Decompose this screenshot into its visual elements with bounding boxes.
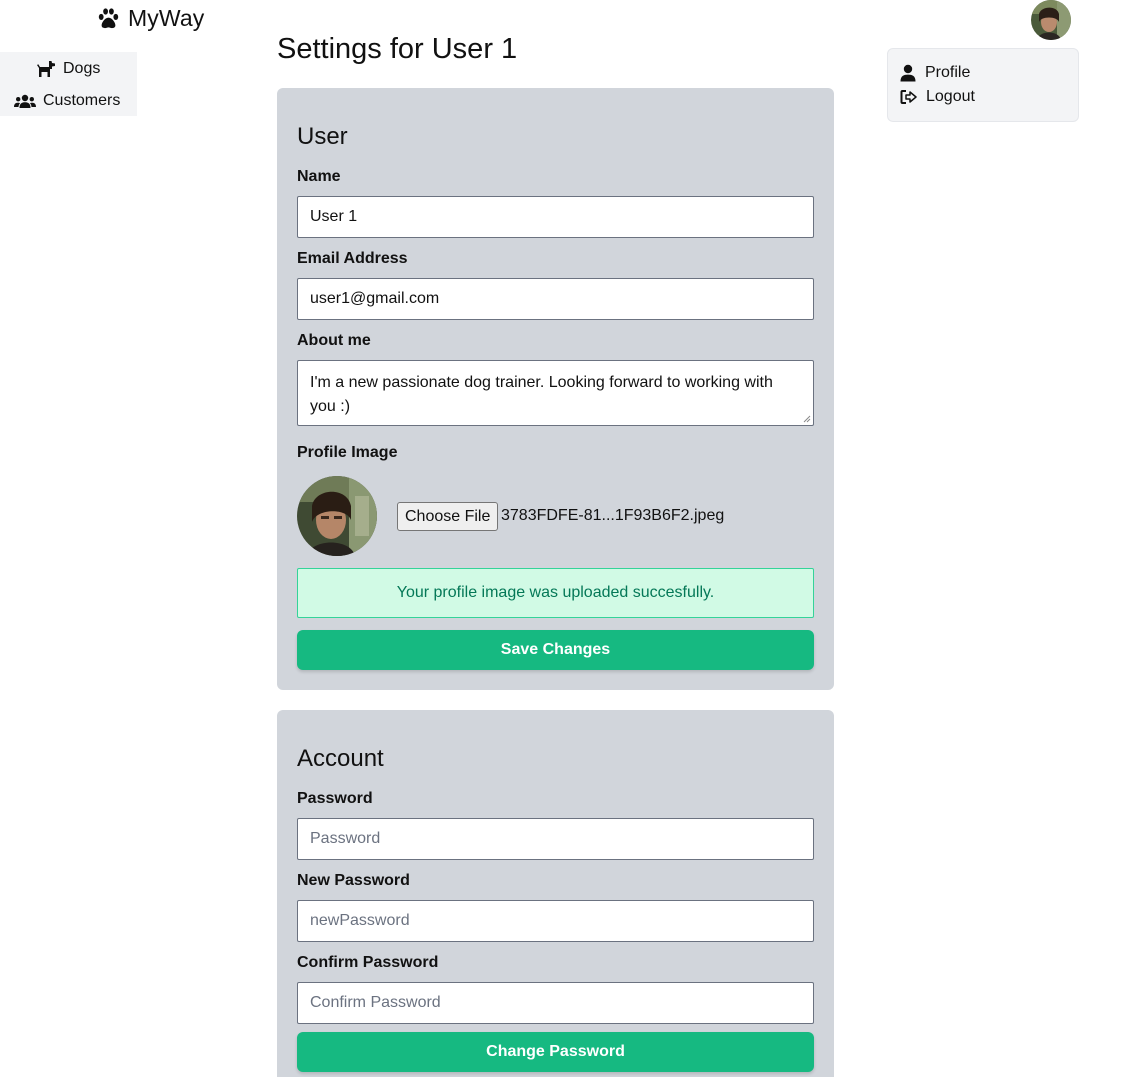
choose-file-button[interactable]: Choose File	[397, 502, 499, 531]
user-settings-card: User Name User 1 Email Address user1@gma…	[277, 88, 834, 690]
email-label: Email Address	[297, 250, 408, 267]
menu-item-label: Profile	[925, 64, 971, 81]
email-field[interactable]: user1@gmail.com	[297, 278, 814, 320]
sidebar-item-dogs[interactable]: Dogs	[36, 58, 100, 80]
users-icon	[14, 94, 36, 108]
alert-message: Your profile image was uploaded succesfu…	[396, 584, 715, 601]
menu-item-profile[interactable]: Profile	[900, 62, 970, 84]
name-label: Name	[297, 168, 341, 185]
about-textarea[interactable]: I'm a new passionate dog trainer. Lookin…	[297, 360, 814, 426]
new-password-field[interactable]: newPassword	[297, 900, 814, 942]
user-menu: Profile Logout	[887, 48, 1079, 122]
account-settings-card: Account Password Password New Password n…	[277, 710, 834, 1077]
avatar-photo	[1031, 0, 1071, 40]
menu-item-label: Logout	[926, 88, 975, 105]
resize-handle-icon[interactable]	[803, 415, 811, 423]
brand-name: MyWay	[128, 4, 205, 31]
sidebar-item-label: Customers	[43, 92, 121, 109]
password-label: Password	[297, 790, 373, 807]
dog-icon	[37, 61, 55, 77]
logout-icon	[900, 90, 917, 104]
sidebar: Dogs Customers	[0, 52, 137, 116]
avatar[interactable]	[1031, 0, 1071, 40]
sidebar-item-customers[interactable]: Customers	[14, 90, 120, 112]
section-heading-account: Account	[297, 745, 384, 772]
profile-photo	[297, 476, 377, 556]
about-text: I'm a new passionate dog trainer. Lookin…	[310, 374, 773, 415]
selected-file-name: 3783FDFE-81...1F93B6F2.jpeg	[501, 507, 725, 524]
change-password-button[interactable]: Change Password	[297, 1032, 814, 1072]
save-changes-button[interactable]: Save Changes	[297, 630, 814, 670]
brand-logo[interactable]: MyWay	[96, 4, 204, 32]
name-field[interactable]: User 1	[297, 196, 814, 238]
confirm-password-label: Confirm Password	[297, 954, 439, 971]
upload-success-alert: Your profile image was uploaded succesfu…	[297, 568, 814, 618]
profile-image-preview	[297, 476, 377, 556]
password-field[interactable]: Password	[297, 818, 814, 860]
menu-item-logout[interactable]: Logout	[900, 86, 975, 108]
new-password-label: New Password	[297, 872, 410, 889]
paw-icon	[98, 7, 119, 28]
user-icon	[900, 64, 916, 82]
section-heading-user: User	[297, 123, 348, 150]
page-title: Settings for User 1	[277, 33, 518, 65]
profile-image-label: Profile Image	[297, 444, 398, 461]
confirm-password-field[interactable]: Confirm Password	[297, 982, 814, 1024]
about-label: About me	[297, 332, 371, 349]
sidebar-item-label: Dogs	[63, 60, 101, 77]
